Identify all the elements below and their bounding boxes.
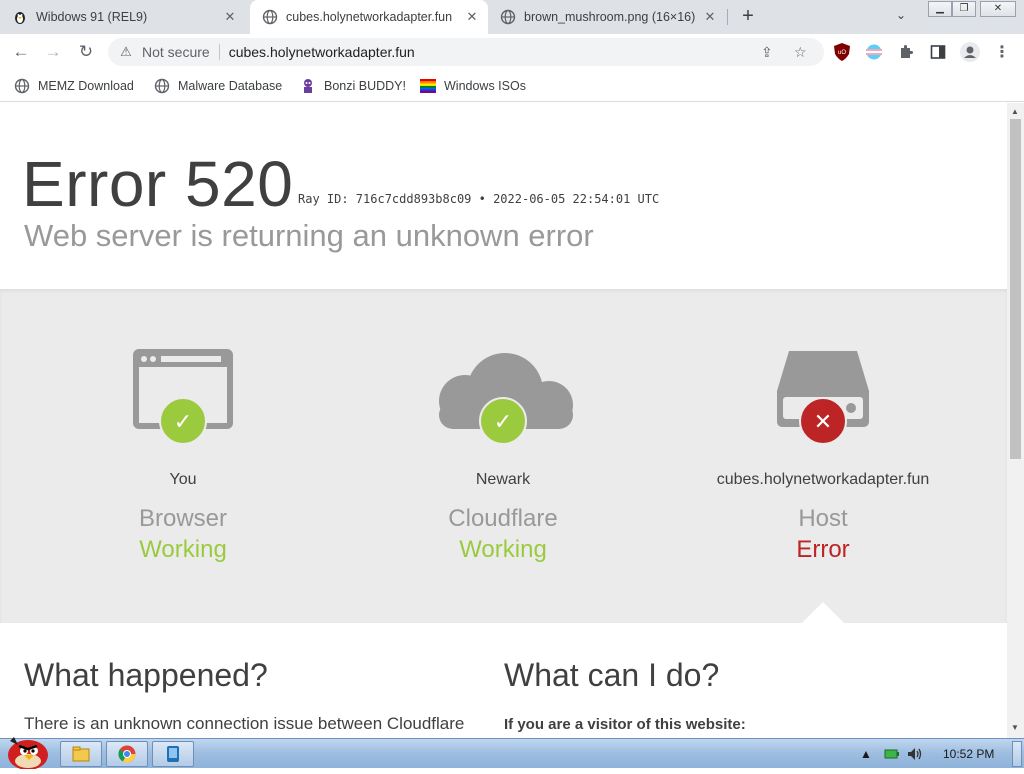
tab-cubes[interactable]: cubes.holynetworkadapter.fun ✕ <box>250 0 488 34</box>
tab-separator <box>727 9 728 25</box>
reload-button[interactable]: ↻ <box>74 40 98 64</box>
url-text[interactable]: cubes.holynetworkadapter.fun <box>229 44 415 60</box>
chrome-icon <box>118 745 136 763</box>
bookmark-malware-database[interactable]: Malware Database <box>154 76 282 96</box>
close-icon[interactable]: ✕ <box>462 9 482 25</box>
bookmarks-bar: MEMZ Download Malware Database Bonzi BUD… <box>0 70 1024 102</box>
page-content: Error 520 Ray ID: 716c7cdd893b8c09 • 202… <box>0 103 1007 738</box>
globe-icon <box>154 78 170 94</box>
error-subtitle: Web server is returning an unknown error <box>24 218 594 253</box>
what-happened-heading: What happened? <box>24 657 268 693</box>
node-status: Working <box>459 536 547 563</box>
show-desktop-button[interactable] <box>1012 741 1022 767</box>
bookmark-label: MEMZ Download <box>38 79 134 93</box>
rainbow-flag-icon <box>420 78 436 94</box>
tab-title: Wibdows 91 (REL9) <box>36 10 148 24</box>
profile-avatar-icon[interactable] <box>960 42 980 62</box>
what-can-i-do-text: If you are a visitor of this website: <box>504 716 746 733</box>
divider <box>218 44 220 60</box>
pointer-notch <box>802 602 844 623</box>
tab-title: brown_mushroom.png (16×16) <box>524 10 696 24</box>
node-status: Error <box>796 536 850 563</box>
error-x-icon: ✕ <box>799 397 847 445</box>
forward-button[interactable]: → <box>41 40 65 64</box>
node-location: You <box>169 471 197 488</box>
node-kind: Browser <box>138 505 228 532</box>
node-kind: Cloudflare <box>448 505 558 532</box>
bonzi-icon <box>300 78 316 94</box>
phone-app-icon <box>167 746 179 762</box>
start-button-angry-bird-icon[interactable] <box>4 731 50 770</box>
clock[interactable]: 10:52 PM <box>943 739 994 769</box>
check-icon: ✓ <box>159 397 207 445</box>
tab-strip: Wibdows 91 (REL9) ✕ cubes.holynetworkada… <box>0 0 1024 34</box>
check-icon: ✓ <box>479 397 527 445</box>
taskbar: ▲ 10:52 PM <box>0 737 1024 770</box>
globe-icon <box>14 78 30 94</box>
status-diagram: ✓ You Browser Working ✓ Newark Cloudflar… <box>0 289 1007 623</box>
taskbar-explorer-button[interactable] <box>60 741 102 767</box>
bookmark-label: Bonzi BUDDY! <box>324 79 406 93</box>
menu-kebab-icon[interactable]: ⋮ <box>992 42 1012 62</box>
minimize-button[interactable]: ▁ <box>928 1 952 17</box>
battery-icon[interactable] <box>884 739 900 769</box>
maximize-button[interactable]: ❐ <box>952 1 976 17</box>
close-window-button[interactable]: ✕ <box>980 1 1016 17</box>
bookmark-star-icon[interactable]: ☆ <box>794 44 807 61</box>
warning-icon[interactable]: ⚠ <box>118 44 134 60</box>
puzzle-extensions-icon[interactable] <box>896 42 916 62</box>
globe-icon <box>262 9 278 25</box>
tab-wibdows[interactable]: Wibdows 91 (REL9) ✕ <box>0 0 246 34</box>
tray-expand-icon[interactable]: ▲ <box>860 739 872 769</box>
side-panel-icon[interactable] <box>928 42 948 62</box>
back-button[interactable]: ← <box>9 40 33 64</box>
globe-icon <box>500 9 516 25</box>
close-icon[interactable]: ✕ <box>700 9 720 25</box>
node-kind: Host <box>798 505 848 532</box>
scroll-up-arrow-icon[interactable]: ▲ <box>1011 107 1019 116</box>
ray-id: Ray ID: 716c7cdd893b8c09 • 2022-06-05 22… <box>298 192 660 206</box>
close-icon[interactable]: ✕ <box>220 9 240 25</box>
new-tab-button[interactable]: + <box>736 5 760 29</box>
ublock-icon[interactable]: uO <box>832 42 852 62</box>
bookmark-windows-isos[interactable]: Windows ISOs <box>420 76 526 96</box>
what-can-i-do-heading: What can I do? <box>504 657 720 693</box>
tab-mushroom[interactable]: brown_mushroom.png (16×16) ✕ <box>488 0 726 34</box>
bookmark-label: Windows ISOs <box>444 79 526 93</box>
bookmark-label: Malware Database <box>178 79 283 93</box>
svg-text:uO: uO <box>838 50 846 56</box>
bookmark-memz[interactable]: MEMZ Download <box>14 76 134 96</box>
toolbar: ← → ↻ ⚠ Not secure cubes.holynetworkadap… <box>0 34 1024 70</box>
page-scrollbar[interactable]: ▲ ▼ <box>1007 103 1024 738</box>
taskbar-app-button[interactable] <box>152 741 194 767</box>
what-happened-text: There is an unknown connection issue bet… <box>24 714 465 733</box>
bookmark-bonzi-buddy[interactable]: Bonzi BUDDY! <box>300 76 406 96</box>
scroll-thumb[interactable] <box>1010 119 1021 459</box>
penguin-icon <box>12 9 28 25</box>
node-location: cubes.holynetworkadapter.fun <box>716 471 930 488</box>
scroll-down-arrow-icon[interactable]: ▼ <box>1011 723 1019 732</box>
explorer-icon <box>72 746 90 762</box>
node-location: Newark <box>475 471 531 488</box>
volume-icon[interactable] <box>907 739 923 769</box>
tab-title: cubes.holynetworkadapter.fun <box>286 10 453 24</box>
trans-flag-extension-icon[interactable] <box>864 42 884 62</box>
error-code-heading: Error 520 <box>22 148 294 220</box>
share-icon[interactable]: ⇪ <box>761 44 773 61</box>
node-status: Working <box>139 536 227 563</box>
tab-search-chevron-icon[interactable]: ⌄ <box>896 8 906 22</box>
taskbar-chrome-button[interactable] <box>106 741 148 767</box>
address-bar[interactable]: ⚠ Not secure cubes.holynetworkadapter.fu… <box>108 38 824 66</box>
security-label[interactable]: Not secure <box>142 44 210 60</box>
